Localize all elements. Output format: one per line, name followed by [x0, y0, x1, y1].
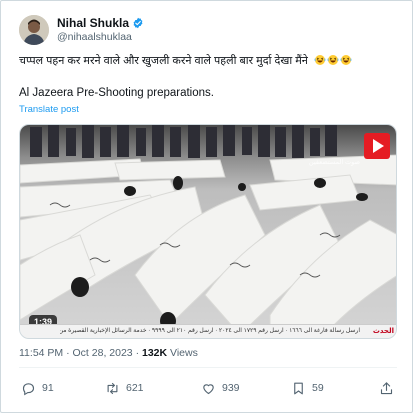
author-avatar[interactable] [19, 15, 49, 45]
meta-separator: · [66, 347, 70, 359]
laughing-emoji-icon [314, 55, 326, 65]
meta-separator: · [135, 347, 140, 359]
action-bar: 91 621 939 59 [19, 378, 397, 398]
tweet-time[interactable]: 11:54 PM [19, 347, 63, 359]
repost-count: 621 [126, 382, 144, 394]
like-button[interactable]: 939 [201, 378, 240, 398]
like-count: 939 [222, 382, 240, 394]
author-name-row: Nihal Shukla [57, 16, 144, 30]
like-icon [203, 383, 214, 394]
reply-count: 91 [42, 382, 54, 394]
views-label: Views [170, 347, 198, 359]
news-ticker: ارسل رسالة فارغة الى ١٦٦٦ · ارسل رقم ١٧٢… [20, 324, 396, 338]
emoji-group [314, 54, 352, 66]
channel-caption: صوت المستضعفين [308, 159, 360, 166]
divider [19, 367, 397, 368]
bookmark-count: 59 [312, 382, 324, 394]
ticker-logo: الحدث [372, 328, 394, 335]
tweet-header: Nihal Shukla @nihaalshuklaa [19, 15, 399, 49]
author-handle[interactable]: @nihaalshuklaa [57, 31, 132, 44]
repost-icon [107, 382, 118, 394]
bookmark-button[interactable]: 59 [291, 378, 324, 398]
verified-badge-icon [133, 17, 143, 29]
laughing-emoji-icon [340, 55, 352, 65]
video-player[interactable]: صوت المستضعفين 1:39 ارسل رسالة فارغة الى… [19, 124, 397, 339]
reply-icon [22, 382, 35, 395]
channel-logo-icon [364, 133, 390, 159]
share-icon [380, 381, 393, 394]
reply-button[interactable]: 91 [21, 378, 54, 398]
views-count: 132K [141, 347, 168, 359]
translate-post-link[interactable]: Translate post [19, 104, 79, 116]
tweet-text-hindi: चप्पल पहन कर मरने वाले और खुजली करने वाल… [19, 54, 399, 69]
tweet-meta: 11:54 PM · Oct 28, 2023 · 132K Views [19, 347, 198, 360]
tweet-text-english: Al Jazeera Pre-Shooting preparations. [19, 87, 214, 99]
repost-button[interactable]: 621 [105, 378, 144, 398]
ticker-text: ارسل رسالة فارغة الى ١٦٦٦ · ارسل رقم ١٧٢… [60, 328, 360, 334]
tweet-date[interactable]: Oct 28, 2023 [73, 347, 133, 359]
laughing-emoji-icon [327, 55, 339, 65]
bookmark-icon [294, 382, 303, 394]
share-button[interactable] [379, 378, 394, 398]
tweet-card: Nihal Shukla @nihaalshuklaa चप्पल पहन कर… [0, 0, 413, 413]
tweet-text-hindi-content: चप्पल पहन कर मरने वाले और खुजली करने वाल… [19, 55, 308, 67]
author-display-name[interactable]: Nihal Shukla [57, 16, 129, 30]
